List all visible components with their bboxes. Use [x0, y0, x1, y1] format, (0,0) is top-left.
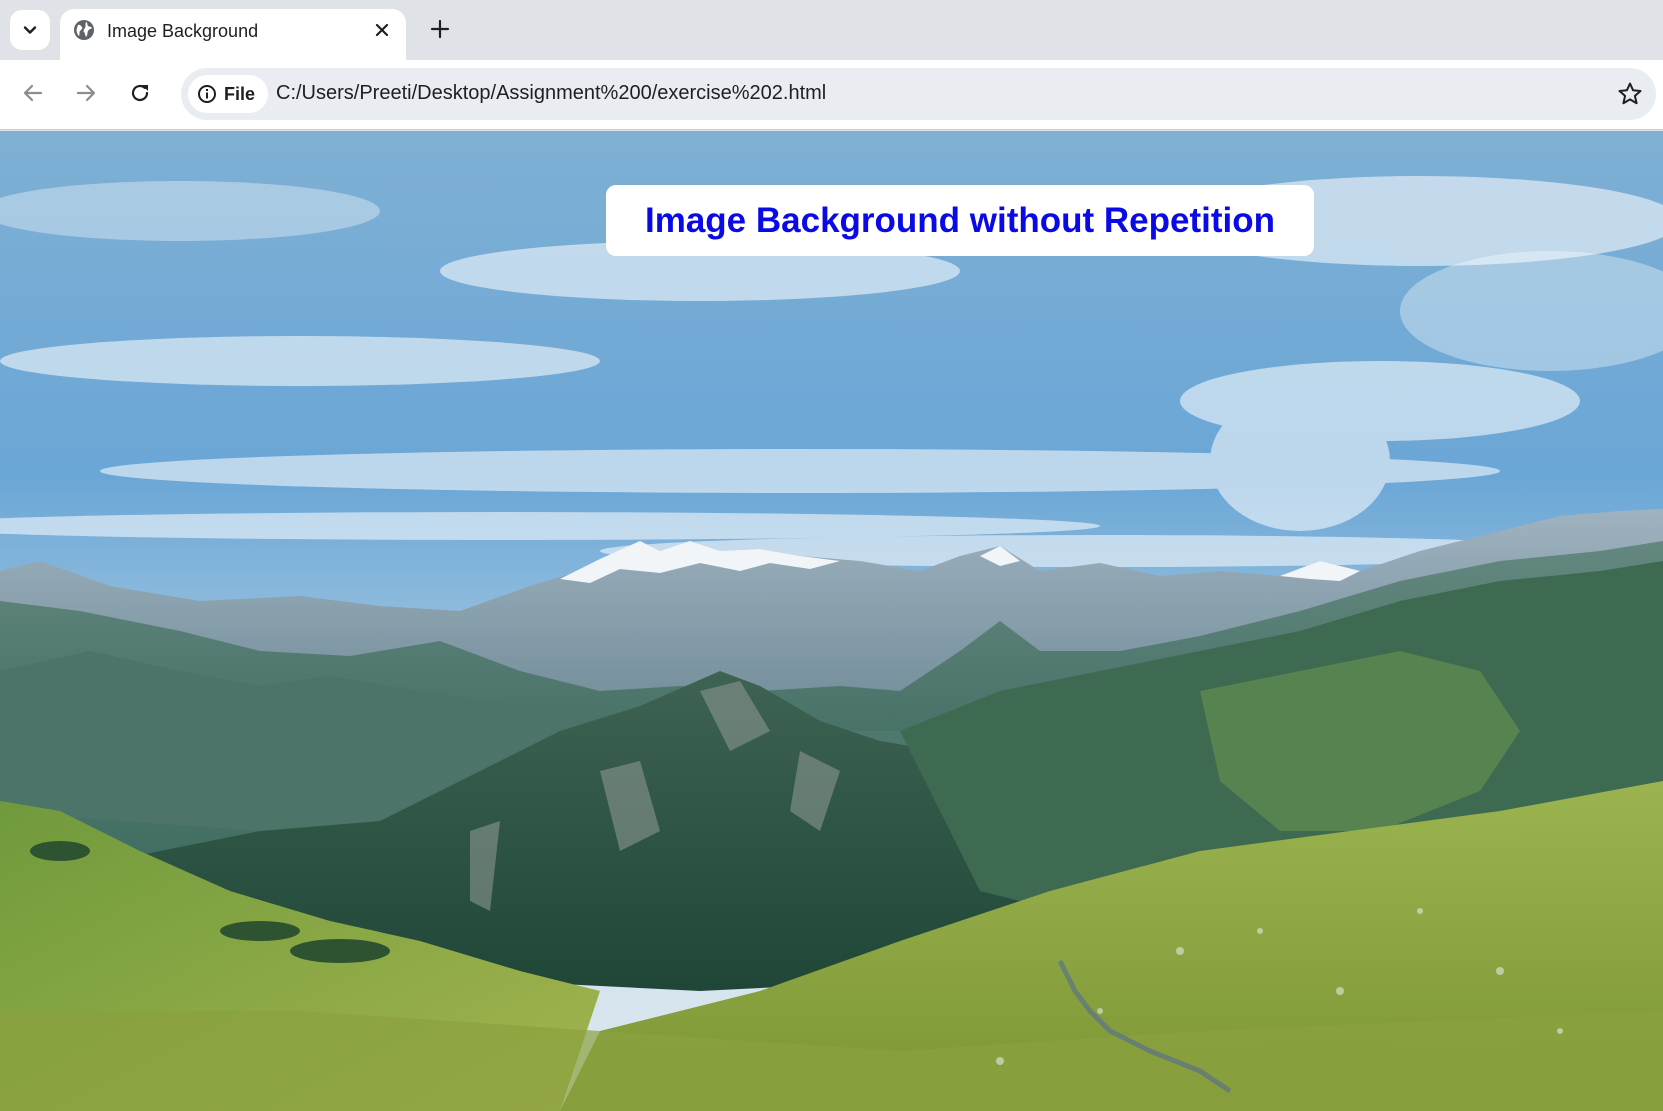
new-tab-button[interactable] — [423, 12, 457, 46]
page-viewport: Image Background without Repetition — [0, 131, 1663, 1111]
reload-icon — [131, 84, 149, 102]
site-info-chip[interactable]: File — [188, 75, 269, 113]
forward-button[interactable] — [68, 75, 104, 111]
browser-window: Image Background File C:/Users/Preeti/De… — [0, 0, 1663, 1111]
tab-image-background[interactable]: Image Background — [60, 9, 406, 60]
arrow-right-icon — [76, 84, 96, 102]
address-bar[interactable]: File C:/Users/Preeti/Desktop/Assignment%… — [181, 68, 1656, 120]
bookmark-button[interactable] — [1616, 80, 1644, 108]
back-button[interactable] — [15, 75, 51, 111]
tab-title: Image Background — [107, 21, 259, 41]
mountain-landscape-image — [0, 131, 1663, 1111]
page-heading: Image Background without Repetition — [606, 185, 1314, 256]
close-icon — [375, 23, 389, 37]
url-text[interactable]: C:/Users/Preeti/Desktop/Assignment%200/e… — [276, 82, 826, 105]
browser-toolbar: File C:/Users/Preeti/Desktop/Assignment%… — [0, 60, 1663, 130]
reload-button[interactable] — [122, 75, 158, 111]
plus-icon — [430, 19, 450, 39]
tab-close-button[interactable] — [370, 18, 394, 42]
site-info-label: File — [224, 83, 256, 104]
tab-strip: Image Background — [0, 0, 1663, 60]
arrow-left-icon — [23, 84, 43, 102]
star-outline-icon — [1618, 82, 1642, 105]
tab-search-button[interactable] — [10, 10, 50, 50]
info-icon — [198, 85, 216, 103]
globe-icon — [74, 20, 94, 40]
chevron-down-icon — [23, 26, 37, 34]
